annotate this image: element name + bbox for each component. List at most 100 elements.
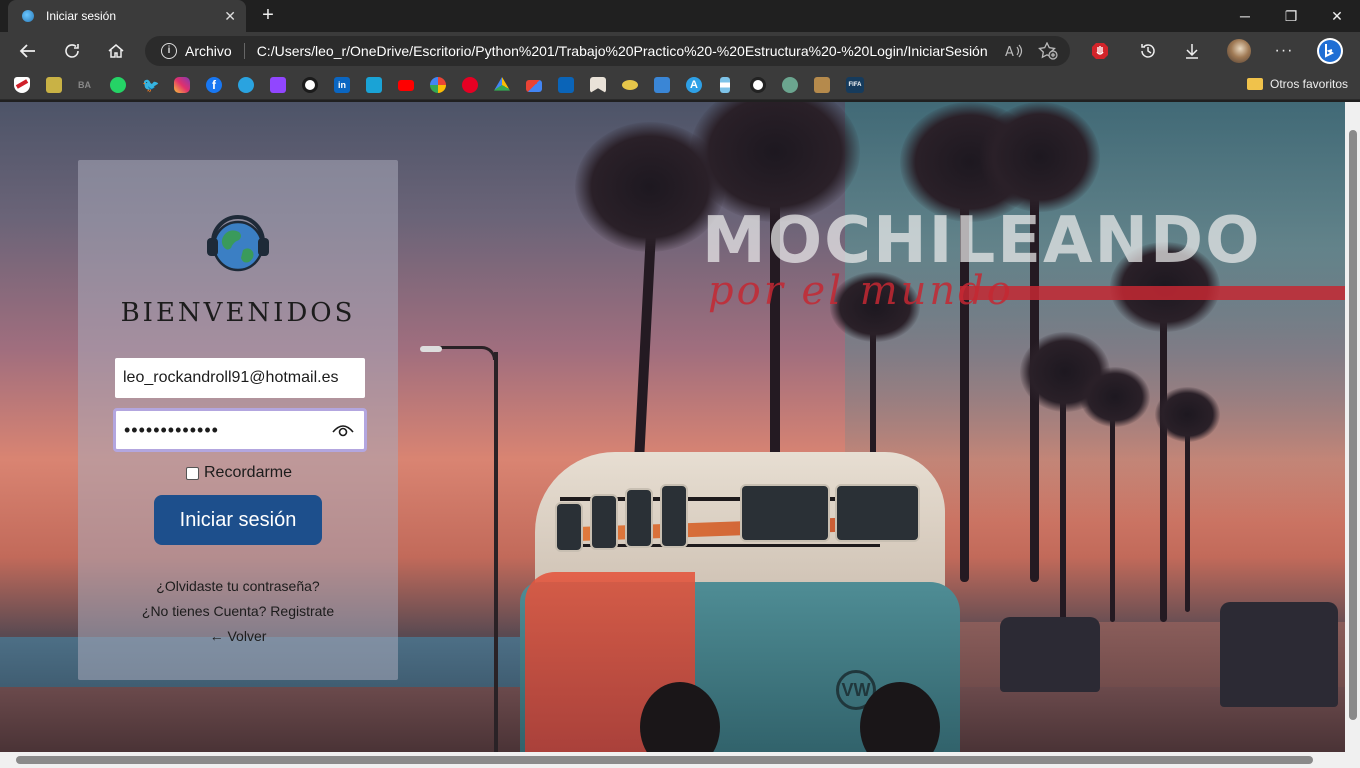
youtube-icon[interactable]: [398, 80, 414, 91]
pinterest-icon[interactable]: [462, 77, 478, 93]
remember-checkbox[interactable]: [186, 466, 199, 480]
adblock-extension-button[interactable]: [1086, 37, 1114, 65]
profile-avatar: [1227, 39, 1251, 63]
tab-title: Iniciar sesión: [46, 9, 117, 23]
ba-icon[interactable]: BA: [78, 77, 94, 93]
bookmarks-bar: BA 🐦 f in A FIFA Otros favoritos: [0, 70, 1360, 100]
back-arrow-icon: [19, 44, 35, 58]
image-icon[interactable]: [46, 77, 62, 93]
drive-icon[interactable]: [494, 77, 510, 91]
parked-car: [1000, 617, 1100, 692]
brand-logo: MOCHILEANDO por el mundo: [700, 202, 1345, 342]
settings-more-button[interactable]: ···: [1270, 37, 1298, 65]
twitter-icon[interactable]: 🐦: [142, 77, 159, 93]
email-value: leo_rockandroll91@hotmail.es: [123, 369, 339, 386]
downloads-button[interactable]: [1178, 37, 1206, 65]
outlook-icon[interactable]: [558, 77, 574, 93]
restore-button[interactable]: ❐: [1268, 0, 1314, 32]
back-button[interactable]: [14, 37, 42, 65]
lamp-post: [494, 352, 498, 752]
home-icon: [108, 44, 124, 58]
login-button[interactable]: Iniciar sesión: [154, 495, 322, 545]
download-icon: [1186, 44, 1198, 59]
box-icon[interactable]: [814, 77, 830, 93]
bing-icon: [1317, 38, 1343, 64]
van-windshield-left: [740, 484, 830, 542]
remember-me[interactable]: Recordarme: [186, 464, 292, 482]
back-link[interactable]: ← Volver: [78, 628, 398, 644]
telegram-icon[interactable]: [238, 77, 254, 93]
register-link[interactable]: ¿No tienes Cuenta? Registrate: [78, 603, 398, 619]
linkedin-icon[interactable]: in: [334, 77, 350, 93]
van-windshield-right: [835, 484, 920, 542]
other-favorites-folder[interactable]: Otros favoritos: [1247, 77, 1348, 91]
facebook-icon[interactable]: f: [206, 77, 222, 93]
gmail-icon[interactable]: [526, 80, 542, 92]
page-favicon-icon: [22, 10, 34, 22]
tab-strip: Iniciar sesión ✕ + ─ ❐ ✕: [0, 0, 1360, 32]
home-button[interactable]: [102, 37, 130, 65]
refresh-icon: [65, 44, 79, 58]
brand-title: MOCHILEANDO: [702, 204, 1262, 278]
twitch-icon[interactable]: [270, 77, 286, 93]
url-text[interactable]: C:/Users/leo_r/OneDrive/Escritorio/Pytho…: [257, 43, 987, 59]
a-icon[interactable]: A: [686, 77, 702, 93]
svg-text:A: A: [1005, 45, 1014, 59]
adblock-icon: [1092, 43, 1108, 59]
email-field[interactable]: leo_rockandroll91@hotmail.es: [115, 358, 365, 398]
lamp-light: [420, 346, 442, 352]
horizontal-scrollbar[interactable]: [0, 752, 1360, 768]
password-field[interactable]: •••••••••••••: [113, 408, 367, 452]
brand-stripe: [960, 286, 1345, 300]
forgot-password-link[interactable]: ¿Olvidaste tu contraseña?: [78, 578, 398, 594]
add-favorite-icon[interactable]: [1034, 37, 1062, 65]
refresh-button[interactable]: [58, 37, 86, 65]
pinwheel-icon[interactable]: [430, 77, 446, 93]
eye-icon[interactable]: [332, 422, 354, 438]
welcome-heading: BIENVENIDOS: [120, 298, 356, 328]
fifa-icon[interactable]: FIFA: [846, 77, 864, 93]
eye-site-icon[interactable]: [622, 80, 638, 90]
whatsapp-icon[interactable]: [110, 77, 126, 93]
address-separator: [243, 43, 245, 59]
address-bar[interactable]: i Archivo C:/Users/leo_r/OneDrive/Escrit…: [145, 36, 1070, 66]
palm-trunk: [1185, 412, 1190, 612]
tp-icon[interactable]: [366, 77, 382, 93]
other-favorites-label: Otros favoritos: [1270, 77, 1349, 91]
horizontal-scroll-thumb[interactable]: [16, 756, 1313, 764]
github-icon[interactable]: [302, 77, 318, 93]
remember-label: Recordarme: [204, 464, 293, 481]
vertical-scrollbar[interactable]: [1345, 102, 1360, 752]
instagram-icon[interactable]: [174, 77, 190, 93]
bing-button[interactable]: [1316, 37, 1344, 65]
site-info-icon[interactable]: i: [161, 43, 177, 59]
read-aloud-icon[interactable]: A: [1000, 37, 1028, 65]
palm-crown: [1155, 387, 1220, 442]
river-plate-icon[interactable]: [14, 77, 30, 93]
tab-close-icon[interactable]: ✕: [224, 8, 236, 25]
van-window: [555, 502, 583, 552]
soccer-icon[interactable]: [750, 77, 766, 93]
new-tab-button[interactable]: +: [256, 4, 280, 28]
brand-subtitle: por el mundo: [708, 268, 1014, 314]
minimize-button[interactable]: ─: [1222, 0, 1268, 32]
chatgpt-icon[interactable]: [782, 77, 798, 93]
history-button[interactable]: [1134, 37, 1162, 65]
van-window: [625, 488, 653, 548]
folder-icon: [1247, 78, 1263, 90]
more-icon: ···: [1274, 42, 1294, 59]
close-window-button[interactable]: ✕: [1314, 0, 1360, 32]
vertical-scroll-thumb[interactable]: [1349, 130, 1357, 720]
profile-button[interactable]: [1225, 37, 1253, 65]
flag-icon[interactable]: [720, 77, 730, 93]
page-viewport: VW MOCHILEANDO por el mundo BIENVENIDOS …: [0, 102, 1345, 752]
palm-crown: [1080, 367, 1150, 427]
globe-headphones-icon: [207, 215, 269, 272]
tab-iniciar-sesion[interactable]: Iniciar sesión ✕: [8, 0, 246, 32]
browser-window: Iniciar sesión ✕ + ─ ❐ ✕ i Archivo C:/Us…: [0, 0, 1360, 768]
bookmark-icon[interactable]: [590, 77, 606, 93]
mi-icon[interactable]: [654, 77, 670, 93]
login-panel: BIENVENIDOS leo_rockandroll91@hotmail.es…: [78, 160, 398, 680]
browser-toolbar: i Archivo C:/Users/leo_r/OneDrive/Escrit…: [0, 32, 1360, 70]
parked-car: [1220, 602, 1338, 707]
